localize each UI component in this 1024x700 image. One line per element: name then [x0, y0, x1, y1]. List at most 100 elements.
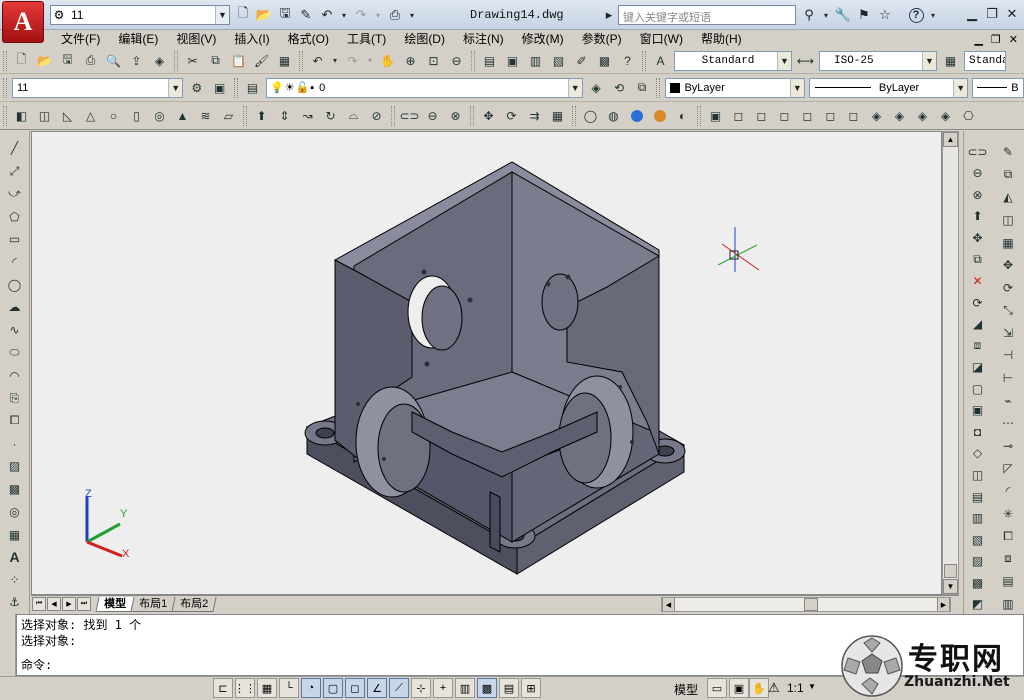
front-view-icon[interactable]: ◻ — [820, 105, 841, 126]
separate-icon[interactable]: ◫ — [967, 465, 988, 485]
2d-wireframe-icon[interactable]: ◯ — [580, 105, 601, 126]
quickcalc-icon[interactable]: ▩ — [594, 50, 615, 71]
erase-icon[interactable]: ✎ — [998, 142, 1019, 163]
toolbar-grip[interactable] — [572, 105, 576, 126]
undo-dropdown-icon[interactable]: ▾ — [339, 6, 349, 24]
ellipse-icon[interactable]: ⬭ — [4, 342, 25, 363]
draworder-icon[interactable]: ⧠ — [998, 526, 1019, 547]
plot-icon[interactable]: ⎙ — [80, 50, 101, 71]
taper-faces-icon[interactable]: ◢ — [967, 314, 988, 334]
close-icon[interactable]: ✕ — [1002, 4, 1022, 24]
layers-panel-icon[interactable]: ▥ — [998, 594, 1019, 615]
help-icon[interactable]: ? — [617, 50, 638, 71]
object-snap-icon[interactable]: ▢ — [323, 678, 343, 698]
3d-object-snap-icon[interactable]: ◻ — [345, 678, 365, 698]
cone-icon[interactable]: △ — [80, 105, 101, 126]
3d-array-icon[interactable]: ▦ — [547, 105, 568, 126]
first-layout-icon[interactable]: ⏮ — [32, 597, 46, 611]
slice-icon[interactable]: ⊘ — [366, 105, 387, 126]
copy-object-icon[interactable]: ⧉ — [998, 165, 1019, 186]
layer-previous-icon[interactable]: ⟲ — [609, 77, 630, 98]
3d-align-icon[interactable]: ⇉ — [524, 105, 545, 126]
layer-manager-icon[interactable]: ▤ — [242, 77, 263, 98]
circle-icon[interactable]: ◯ — [4, 274, 25, 295]
restore-icon[interactable]: ❐ — [982, 4, 1002, 24]
region-icon[interactable]: ◎ — [4, 502, 25, 523]
undo-dropdown-icon[interactable]: ▾ — [330, 50, 340, 71]
torus-icon[interactable]: ◎ — [149, 105, 170, 126]
table-style-icon[interactable]: ▦ — [940, 50, 961, 71]
pyramid-icon[interactable]: ▲ — [172, 105, 193, 126]
multiline-text-icon[interactable]: A — [4, 547, 25, 568]
extrude-faces-icon[interactable]: ⬆ — [967, 207, 988, 227]
bottom-view-icon[interactable]: ◻ — [751, 105, 772, 126]
delete-faces-icon[interactable]: ✕ — [967, 271, 988, 291]
tab-layout2[interactable]: 布局2 — [171, 596, 217, 612]
zoom-previous-icon[interactable]: ⊖ — [446, 50, 467, 71]
move-icon[interactable]: ✥ — [998, 255, 1019, 276]
application-menu-button[interactable]: A — [2, 1, 44, 43]
cylinder-icon[interactable]: ▯ — [126, 105, 147, 126]
menu-view[interactable]: 视图(V) — [167, 30, 225, 48]
horizontal-scroll-thumb[interactable] — [804, 598, 818, 611]
hidden-icon[interactable]: ◍ — [603, 105, 624, 126]
move-faces-icon[interactable]: ✥ — [967, 228, 988, 248]
check-icon[interactable]: ▥ — [967, 508, 988, 528]
text-style-combo[interactable]: Standard ▼ — [674, 50, 792, 71]
menu-insert[interactable]: 插入(I) — [225, 30, 278, 48]
help-icon[interactable]: ? — [907, 6, 925, 24]
tab-layout1[interactable]: 布局1 — [130, 596, 176, 612]
left-view-icon[interactable]: ◻ — [774, 105, 795, 126]
break-at-point-icon[interactable]: ⌁ — [998, 390, 1019, 411]
group-icon[interactable]: ⧈ — [998, 548, 1019, 569]
color-combo[interactable]: ByLayer ▼ — [665, 77, 805, 98]
offset-icon[interactable]: ◫ — [998, 210, 1019, 231]
print-icon[interactable]: ⎙ — [386, 6, 404, 24]
revolve-icon[interactable]: ↻ — [320, 105, 341, 126]
linetype-combo[interactable]: ByLayer ▼ — [808, 77, 969, 98]
dim-style-icon[interactable]: ⟷ — [795, 50, 816, 71]
intersect-icon[interactable]: ⊗ — [967, 185, 988, 205]
polyline-icon[interactable]: ⤻ — [4, 183, 25, 204]
menu-file[interactable]: 文件(F) — [52, 30, 109, 48]
help-dropdown-icon[interactable]: ▾ — [928, 6, 938, 24]
workspace-save-icon[interactable]: ▣ — [209, 77, 230, 98]
vertical-scroll-thumb[interactable] — [944, 564, 957, 578]
realistic-icon[interactable] — [626, 105, 647, 126]
nw-iso-view-icon[interactable]: ◈ — [935, 105, 956, 126]
menu-edit[interactable]: 编辑(E) — [109, 30, 167, 48]
doc-restore-icon[interactable]: ❐ — [991, 33, 1001, 46]
named-views-icon[interactable]: ▣ — [705, 105, 726, 126]
workspace-toolbar-combo[interactable]: 11 ▼ — [11, 77, 184, 98]
section-plane-icon[interactable]: ▨ — [967, 551, 988, 571]
chevron-down-icon[interactable]: ▼ — [168, 78, 183, 97]
doc-minimize-icon[interactable]: ▁ — [974, 33, 982, 46]
search-dropdown-icon[interactable]: ▾ — [821, 6, 831, 24]
intersect-icon[interactable]: ⊗ — [445, 105, 466, 126]
chamfer-icon[interactable]: ◸ — [998, 458, 1019, 479]
toolbar-grip[interactable] — [3, 50, 7, 71]
toolbar-grip[interactable] — [642, 50, 646, 71]
line-icon[interactable]: ╱ — [4, 138, 25, 159]
array-icon[interactable]: ▦ — [998, 232, 1019, 253]
transparency-icon[interactable]: ▥ — [455, 678, 475, 698]
sheet-set-icon[interactable]: ▧ — [548, 50, 569, 71]
trim-icon[interactable]: ⊣ — [998, 345, 1019, 366]
menu-help[interactable]: 帮助(H) — [692, 30, 751, 48]
polysolid-icon[interactable]: ◧ — [11, 105, 32, 126]
fillet-icon[interactable]: ◜ — [998, 481, 1019, 502]
new-file-icon[interactable]: 🗋 — [234, 5, 252, 24]
redo-dropdown-icon[interactable]: ▾ — [373, 6, 383, 24]
undo-icon[interactable]: ↶ — [318, 6, 336, 24]
menu-draw[interactable]: 绘图(D) — [395, 30, 454, 48]
paste-icon[interactable]: 📋 — [228, 50, 249, 71]
copy-edges-icon[interactable]: ▢ — [967, 379, 988, 399]
menu-format[interactable]: 格式(O) — [279, 30, 338, 48]
scroll-left-icon[interactable]: ◀ — [662, 598, 675, 611]
toolbar-grip[interactable] — [3, 77, 7, 98]
3d-dwf-icon[interactable]: ◈ — [149, 50, 170, 71]
properties-panel-icon[interactable]: ▤ — [998, 571, 1019, 592]
quick-properties-icon[interactable]: ▩ — [477, 678, 497, 698]
snap-mode-icon[interactable]: ⋮⋮ — [234, 678, 256, 698]
save-icon[interactable]: 🖫 — [57, 50, 78, 71]
